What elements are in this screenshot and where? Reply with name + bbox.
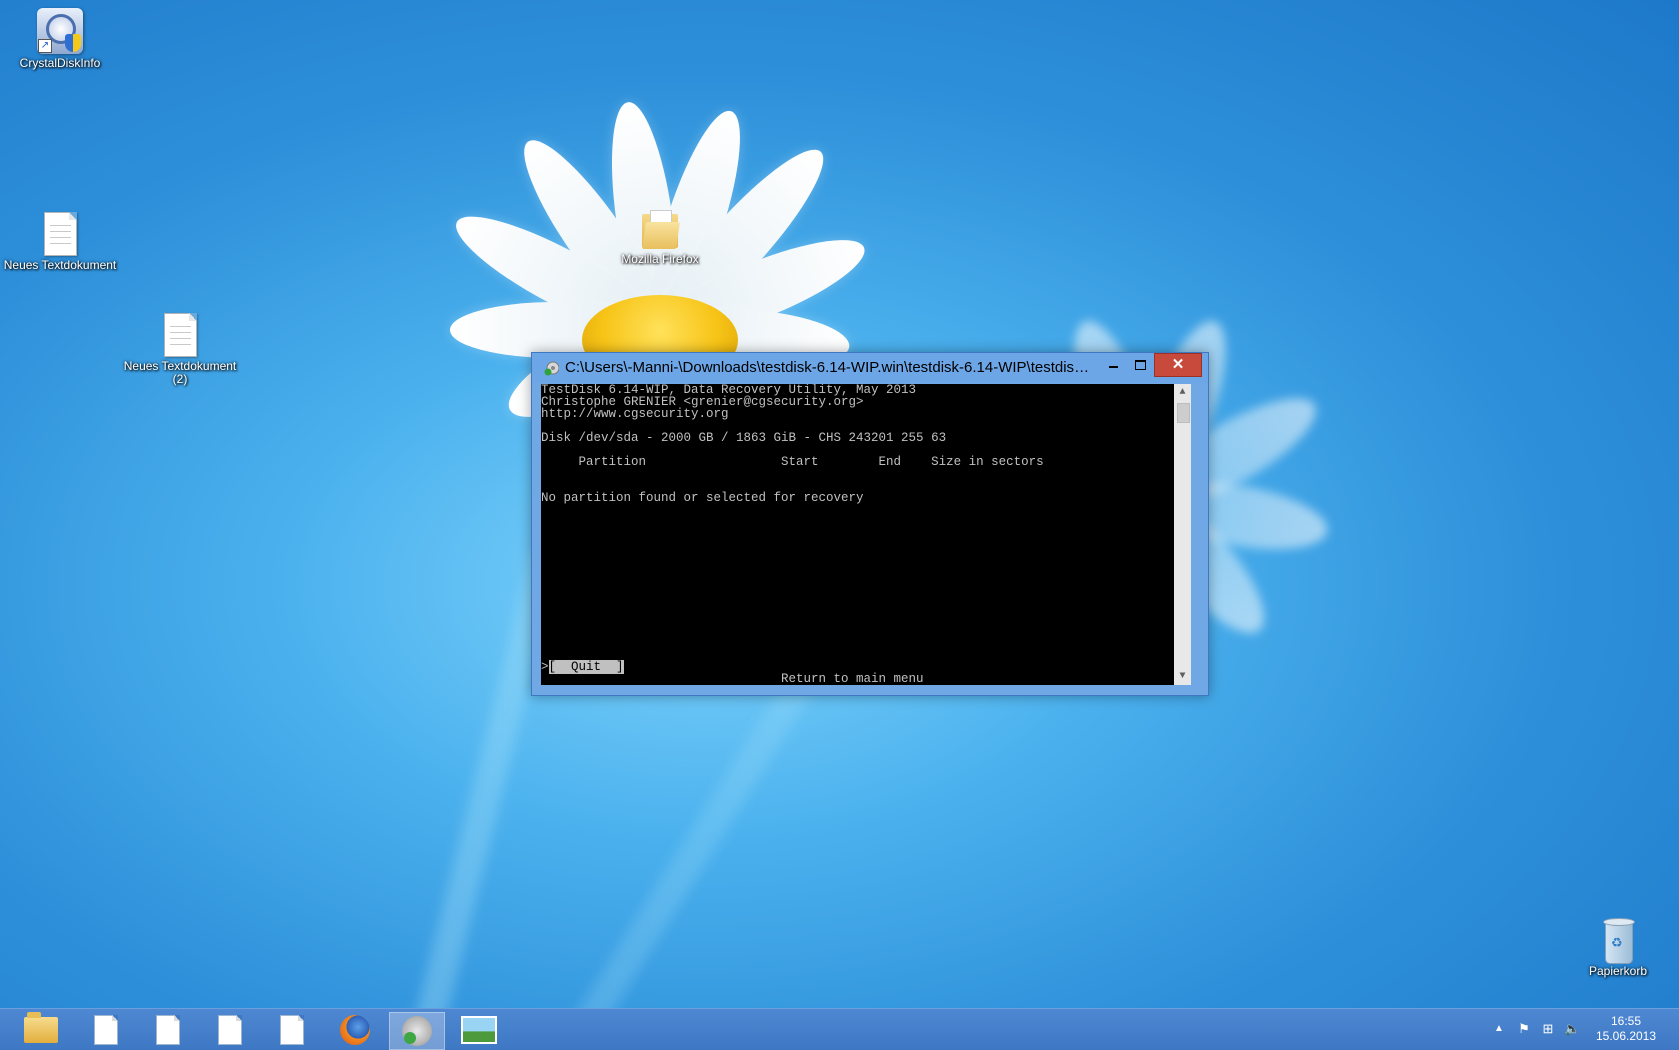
minimize-icon	[1108, 365, 1118, 368]
taskbar-firefox[interactable]	[328, 1012, 382, 1048]
text-document-icon	[218, 1015, 242, 1045]
show-hidden-icons-chevron-icon[interactable]: ▲	[1494, 1023, 1504, 1034]
selection-cursor: >	[541, 660, 549, 674]
text-document-1-shortcut[interactable]: Neues Textdokument	[0, 212, 120, 272]
quit-option[interactable]: [ Quit ]	[548, 660, 624, 674]
crystaldiskinfo-icon: ↗	[37, 8, 83, 54]
mozilla-firefox-folder[interactable]: Mozilla Firefox	[600, 210, 720, 266]
console-disk-info: Disk /dev/sda - 2000 GB / 1863 GiB - CHS…	[541, 431, 947, 445]
console-line-url: http://www.cgsecurity.org	[541, 407, 729, 421]
crystaldiskinfo-shortcut[interactable]: ↗ CrystalDiskInfo	[0, 8, 120, 70]
desktop-icon-label-line2: (2)	[172, 372, 188, 386]
taskbar-testdisk[interactable]	[389, 1012, 445, 1050]
console-message: No partition found or selected for recov…	[541, 491, 864, 505]
taskbar: ▲ ⚑ ⊞ 🔈 16:55 15.06.2013	[0, 1008, 1679, 1050]
text-document-icon	[156, 1015, 180, 1045]
taskbar-text-document-1[interactable]	[79, 1012, 133, 1048]
scrollbar-thumb[interactable]	[1177, 403, 1190, 423]
desktop-icon-label: Neues Textdokument	[3, 258, 117, 272]
scroll-up-arrow-icon[interactable]: ▲	[1174, 384, 1191, 401]
clock-time: 16:55	[1610, 1014, 1642, 1028]
quit-menu-item[interactable]: >[ Quit ]	[541, 660, 624, 674]
window-titlebar[interactable]: C:\Users\-Manni-\Downloads\testdisk-6.14…	[532, 353, 1208, 383]
testdisk-console-window[interactable]: C:\Users\-Manni-\Downloads\testdisk-6.14…	[531, 352, 1209, 696]
scroll-down-arrow-icon[interactable]: ▼	[1174, 668, 1191, 685]
testdisk-app-icon	[544, 361, 559, 376]
firefox-icon	[340, 1015, 370, 1045]
testdisk-icon	[402, 1016, 432, 1046]
taskbar-photo-viewer[interactable]	[452, 1012, 506, 1048]
recycle-bin[interactable]: ♻ Papierkorb	[1558, 918, 1678, 978]
close-button[interactable]: ✕	[1154, 353, 1202, 377]
text-document-icon	[43, 212, 77, 256]
console-output[interactable]: TestDisk 6.14-WIP, Data Recovery Utility…	[541, 384, 1191, 685]
taskbar-file-explorer[interactable]	[14, 1012, 68, 1048]
console-hint: Return to main menu	[781, 672, 924, 685]
photo-viewer-icon	[461, 1016, 497, 1044]
minimize-button[interactable]	[1100, 353, 1126, 375]
recycle-bin-icon: ♻	[1603, 918, 1635, 964]
system-clock[interactable]: 16:55 15.06.2013	[1586, 1014, 1666, 1044]
text-document-icon	[280, 1015, 304, 1045]
desktop-icon-label: Papierkorb	[1588, 964, 1648, 978]
file-explorer-icon	[24, 1012, 58, 1043]
maximize-icon	[1134, 359, 1146, 370]
window-title: C:\Users\-Manni-\Downloads\testdisk-6.14…	[565, 359, 1095, 376]
console-table-header: Partition Start End Size in sectors	[541, 455, 1044, 469]
text-document-icon	[163, 313, 197, 357]
taskbar-text-document-3[interactable]	[203, 1012, 257, 1048]
clock-date: 15.06.2013	[1595, 1029, 1657, 1043]
text-document-icon	[94, 1015, 118, 1045]
desktop-icon-label: Mozilla Firefox	[621, 252, 699, 266]
close-icon: ✕	[1171, 356, 1185, 373]
network-icon[interactable]: ⊞	[1540, 1021, 1556, 1037]
vertical-scrollbar[interactable]: ▲ ▼	[1174, 384, 1191, 685]
desktop-icon-label: CrystalDiskInfo	[19, 56, 101, 70]
maximize-button[interactable]	[1127, 353, 1153, 375]
desktop-background: ↗ CrystalDiskInfo Neues Textdokument Neu…	[0, 0, 1679, 1008]
taskbar-text-document-2[interactable]	[141, 1012, 195, 1048]
taskbar-text-document-4[interactable]	[265, 1012, 319, 1048]
folder-icon	[642, 210, 680, 250]
text-document-2-shortcut[interactable]: Neues Textdokument (2)	[120, 313, 240, 386]
volume-icon[interactable]: 🔈	[1564, 1021, 1580, 1037]
action-center-flag-icon[interactable]: ⚑	[1516, 1021, 1532, 1037]
